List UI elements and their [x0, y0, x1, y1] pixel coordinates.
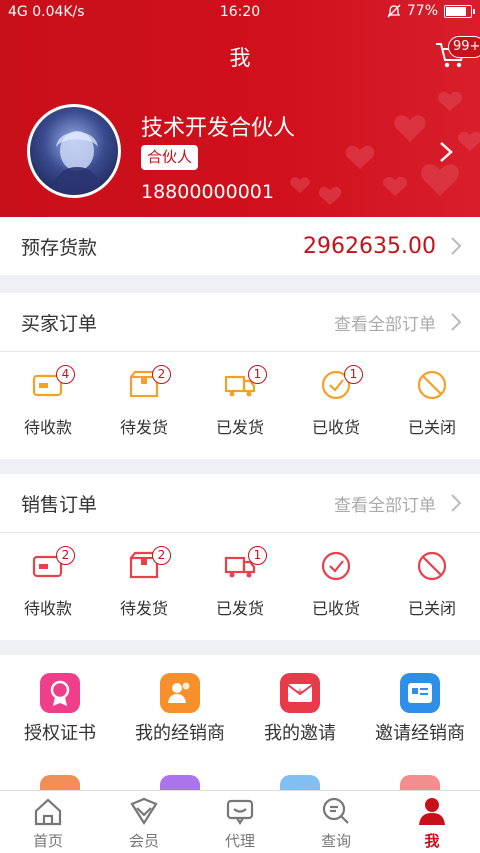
agent-icon: [226, 799, 254, 826]
count-badge: 1: [344, 365, 363, 384]
status-right: 77%: [387, 3, 475, 19]
svg-text:+: +: [296, 687, 304, 697]
tool-tile-next-row[interactable]: [160, 775, 200, 790]
chevron-right-icon: [451, 494, 462, 512]
battery-fill: [446, 6, 467, 16]
battery-percent: 77%: [406, 3, 438, 19]
tools-grid: 授权证书 我的经销商 + 我的邀请 邀请经销商: [0, 655, 480, 790]
status-label: 待收款: [23, 418, 72, 437]
user-name: 技术开发合伙人: [141, 116, 296, 141]
status-label: 已发货: [215, 599, 264, 618]
tool-item[interactable]: + 我的邀请: [240, 655, 360, 790]
member-icon: [130, 797, 158, 826]
tab-agent[interactable]: 代理: [192, 791, 288, 853]
battery-icon: [444, 4, 475, 18]
tab-label: 查询: [320, 832, 351, 850]
status-label: 已收货: [311, 418, 360, 437]
status-label: 待发货: [119, 418, 168, 437]
tool-tile-next-row[interactable]: [280, 775, 320, 790]
tab-bar: 首页 会员 代理 查询 我: [0, 790, 480, 853]
sales-order-status-row: 2 待收款 2 待发货 1 已发货 已收货 已关闭: [0, 532, 480, 640]
count-badge: 4: [56, 365, 75, 384]
count-badge: 1: [248, 546, 267, 565]
tool-label: 授权证书: [24, 723, 96, 744]
sales-status-item[interactable]: 已收货: [288, 532, 384, 640]
invitation-icon: +: [280, 673, 320, 713]
deposit-row[interactable]: 预存货款 2962635.00: [0, 217, 480, 275]
page-title: 我: [229, 46, 251, 70]
tool-tile-next-row[interactable]: [400, 775, 440, 790]
count-badge: 2: [56, 546, 75, 565]
tab-member[interactable]: 会员: [96, 791, 192, 853]
chevron-right-icon[interactable]: [438, 140, 454, 164]
tab-query[interactable]: 查询: [288, 791, 384, 853]
tool-label: 邀请经销商: [375, 723, 465, 744]
deposit-value: 2962635.00: [303, 233, 436, 259]
status-label: 已发货: [215, 418, 264, 437]
tool-label: 我的邀请: [264, 723, 336, 744]
sales-status-item[interactable]: 2 待收款: [0, 532, 96, 640]
buyer-orders-section: 买家订单 查看全部订单 4 待收款 2 待发货 1 已发货 1 已收货 已关闭: [0, 293, 480, 459]
cart-badge: 99+: [448, 36, 480, 58]
status-label: 已关闭: [407, 418, 456, 437]
count-badge: 2: [152, 546, 171, 565]
home-icon: [34, 798, 62, 826]
profile-header: 4G 0.04K/s 16:20 77% 我 99+ 技术开发合伙人 合伙人 1…: [0, 0, 480, 217]
sales-status-item[interactable]: 1 已发货: [192, 532, 288, 640]
status-label: 待收款: [23, 599, 72, 618]
prohibited-icon: [417, 551, 447, 581]
tab-label: 我: [424, 832, 440, 850]
user-role-badge: 合伙人: [141, 145, 199, 170]
dealers-icon: [160, 673, 200, 713]
buyer-view-all-link[interactable]: 查看全部订单: [334, 310, 436, 335]
status-label: 已关闭: [407, 599, 456, 618]
buyer-status-item[interactable]: 已关闭: [384, 351, 480, 459]
tab-label: 代理: [224, 832, 255, 850]
status-label: 已收货: [311, 599, 360, 618]
tab-me[interactable]: 我: [384, 791, 480, 853]
tool-tile-next-row[interactable]: [40, 775, 80, 790]
buyer-orders-header[interactable]: 买家订单 查看全部订单: [0, 293, 480, 351]
chevron-right-icon: [451, 237, 462, 255]
sales-orders-title: 销售订单: [21, 493, 98, 516]
avatar[interactable]: [27, 104, 121, 198]
user-phone: 18800000001: [141, 181, 274, 203]
tool-item[interactable]: 授权证书: [0, 655, 120, 790]
buyer-orders-title: 买家订单: [21, 312, 98, 335]
prohibited-icon: [417, 370, 447, 400]
tool-label: 我的经销商: [135, 723, 225, 744]
sales-view-all-link[interactable]: 查看全部订单: [334, 491, 436, 516]
tab-home[interactable]: 首页: [0, 791, 96, 853]
tool-item[interactable]: 邀请经销商: [360, 655, 480, 790]
sales-status-item[interactable]: 已关闭: [384, 532, 480, 640]
mute-icon: [387, 4, 401, 18]
buyer-status-item[interactable]: 2 待发货: [96, 351, 192, 459]
certificate-icon: [40, 673, 80, 713]
tab-label: 会员: [128, 832, 159, 850]
me-icon: [419, 798, 445, 825]
count-badge: 1: [248, 365, 267, 384]
invite-dealer-icon: [400, 673, 440, 713]
query-icon: [322, 797, 349, 824]
buyer-status-item[interactable]: 1 已发货: [192, 351, 288, 459]
buyer-status-item[interactable]: 4 待收款: [0, 351, 96, 459]
chevron-right-icon: [451, 313, 462, 331]
tab-label: 首页: [32, 832, 63, 850]
sales-orders-section: 销售订单 查看全部订单 2 待收款 2 待发货 1 已发货 已收货 已关闭: [0, 474, 480, 640]
status-label: 待发货: [119, 599, 168, 618]
sales-status-item[interactable]: 2 待发货: [96, 532, 192, 640]
sales-orders-header[interactable]: 销售订单 查看全部订单: [0, 474, 480, 532]
deposit-label: 预存货款: [21, 236, 98, 259]
buyer-order-status-row: 4 待收款 2 待发货 1 已发货 1 已收货 已关闭: [0, 351, 480, 459]
tool-item[interactable]: 我的经销商: [120, 655, 240, 790]
check-circle-icon: [321, 551, 351, 581]
status-bar: 4G 0.04K/s 16:20 77%: [0, 0, 480, 26]
count-badge: 2: [152, 365, 171, 384]
buyer-status-item[interactable]: 1 已收货: [288, 351, 384, 459]
